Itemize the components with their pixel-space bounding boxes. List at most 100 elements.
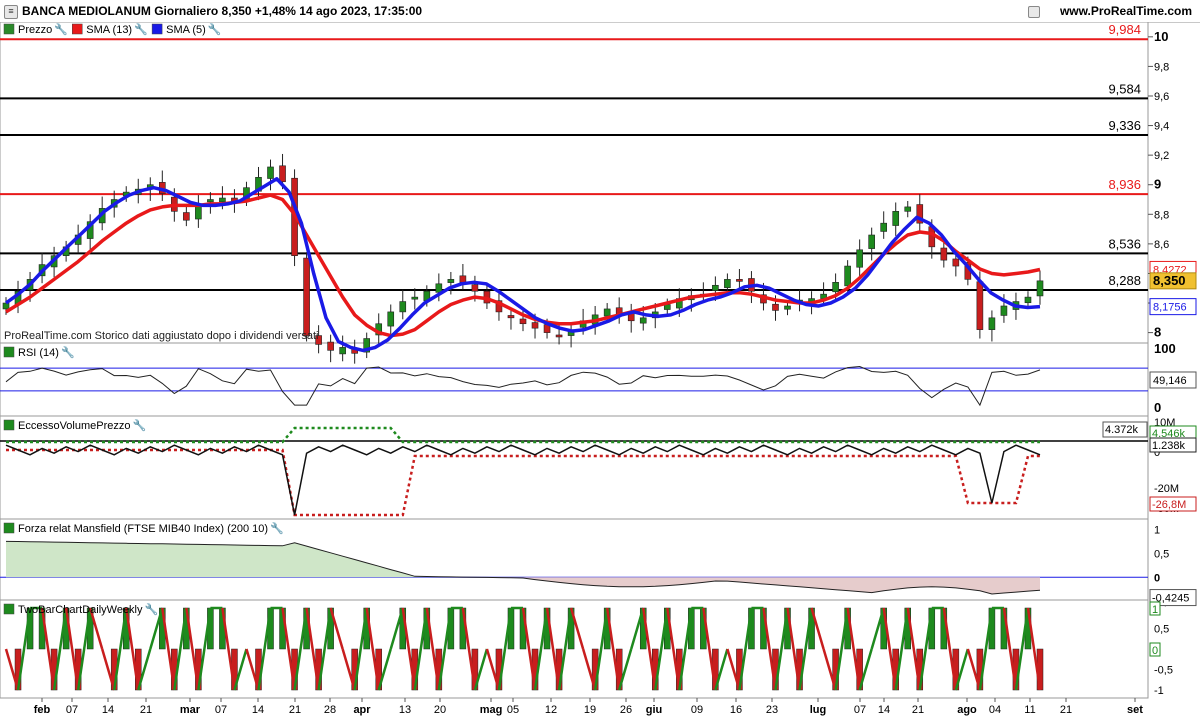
site-link[interactable]: www.ProRealTime.com [1060, 4, 1192, 18]
candle-body [736, 279, 743, 282]
x-tick-label: 20 [434, 704, 446, 716]
twobar-tick-label: 0,5 [1154, 624, 1169, 636]
rsi-tick-label: 100 [1154, 341, 1176, 356]
chart-title: BANCA MEDIOLANUM Giornaliero 8,350 +1,48… [22, 4, 423, 18]
legend-sma13-text: SMA (13) [86, 24, 132, 36]
legend-sma5-text: SMA (5) [166, 24, 206, 36]
x-tick-label: lug [810, 704, 827, 716]
candle-body [399, 301, 407, 313]
candle-body [772, 303, 779, 311]
level-label-3: 8,936 [1108, 177, 1141, 192]
x-axis: feb 07 14 21 mar 07 14 21 28 apr 13 20 mag 05 12 19 26 gi… [34, 698, 1143, 716]
candle-body [303, 257, 310, 336]
candle-body [267, 166, 274, 179]
candle-body [844, 265, 851, 287]
price-tick-label: 10 [1154, 29, 1168, 44]
x-tick-label: 19 [584, 704, 596, 716]
chart-header: ≡ BANCA MEDIOLANUM Giornaliero 8,350 +1,… [0, 0, 1200, 23]
candle-body [952, 258, 960, 267]
x-tick-label: 14 [878, 704, 890, 716]
candle-body [1024, 296, 1032, 304]
x-tick-label: 21 [140, 704, 152, 716]
candle-body [531, 322, 539, 329]
wrench-icon: 🔧 [61, 345, 75, 359]
candle-body [639, 317, 647, 324]
x-tick-label: set [1127, 704, 1143, 716]
toolbar-mini-button[interactable] [1028, 6, 1040, 18]
x-tick-label: giu [646, 704, 663, 716]
price-tick-label: 8,6 [1154, 239, 1169, 251]
wrench-icon: 🔧 [54, 22, 68, 36]
panel-frame-vol [0, 415, 1149, 520]
rsi-badge-label: 49,146 [1153, 375, 1187, 387]
menu-icon[interactable]: ≡ [4, 5, 18, 19]
candle-body [940, 247, 948, 261]
x-tick-label: 14 [102, 704, 114, 716]
candle-body [327, 341, 334, 351]
price-tick-label: 9,6 [1154, 91, 1169, 103]
candle-body [519, 318, 527, 325]
level-label-4: 8,536 [1108, 236, 1141, 251]
wrench-icon: 🔧 [134, 22, 148, 36]
x-tick-label: 07 [66, 704, 78, 716]
candle-body [1000, 305, 1008, 316]
x-tick-label: apr [353, 704, 371, 716]
legend-mansfield-swatch [3, 522, 15, 534]
candle-body [447, 279, 455, 283]
mansfield-tick-label: 0,5 [1154, 548, 1169, 560]
x-tick-label: feb [34, 704, 51, 716]
wrench-icon: 🔧 [270, 521, 284, 535]
panel-frame-price [0, 22, 1149, 344]
x-tick-label: 21 [912, 704, 924, 716]
x-tick-label: mar [180, 704, 201, 716]
legend-rsi-text: RSI (14) [18, 347, 59, 359]
level-label-1: 9,584 [1108, 81, 1141, 96]
legend-volume-swatch [3, 419, 15, 431]
wrench-icon: 🔧 [208, 22, 222, 36]
legend-twobar-swatch [3, 603, 15, 615]
price-tick-label: 8 [1154, 325, 1161, 340]
badge-label-sma5: 8,1756 [1153, 302, 1187, 314]
x-tick-label: 21 [289, 704, 301, 716]
legend-prezzo-swatch [3, 23, 15, 35]
candle-body [2, 302, 10, 310]
twobar-badge-label: 0 [1152, 645, 1158, 657]
chart-area: 9,9849,5849,3368,9368,5368,288109,89,69,… [0, 22, 1197, 716]
twobar-tick-label: -0,5 [1154, 665, 1173, 677]
candle-body [1036, 280, 1044, 297]
candle-body [387, 311, 395, 327]
rsi-tick-label: 0 [1154, 400, 1161, 415]
x-tick-label: ago [957, 704, 977, 716]
wrench-icon: 🔧 [145, 602, 159, 616]
panel-frame-rsi [0, 342, 1149, 417]
candle-body [868, 234, 875, 249]
legend-volume-text: EccessoVolumePrezzo [18, 420, 131, 432]
price-tick-label: 9,2 [1154, 150, 1169, 162]
candle-body [712, 284, 719, 291]
volume-badge-label: 4.372k [1105, 424, 1139, 436]
volume-tick-label: -20M [1154, 483, 1179, 495]
x-tick-label: 13 [399, 704, 411, 716]
twobar-badge-label: 1 [1152, 604, 1158, 616]
legend-rsi-swatch [3, 346, 15, 358]
x-tick-label: 14 [252, 704, 264, 716]
candle-body [892, 211, 900, 226]
candle-body [555, 334, 563, 338]
candle-body [988, 317, 996, 330]
price-tick-label: 9,8 [1154, 61, 1169, 73]
candle-body [724, 279, 731, 288]
candle-body [976, 281, 984, 330]
badge-label-price: 8,350 [1153, 273, 1186, 288]
price-tick-label: 9,4 [1154, 121, 1169, 133]
x-tick-label: mag [480, 704, 503, 716]
candle-body [279, 165, 286, 183]
x-tick-label: 12 [545, 704, 557, 716]
candle-body [459, 275, 467, 283]
legend-twobar-text: TwoBarChartDailyWeekly [18, 604, 143, 616]
volume-badge-label: 1.238k [1152, 440, 1186, 452]
candle-body [339, 347, 346, 355]
price-tick-label: 8,8 [1154, 209, 1169, 221]
legend-sma13-swatch [72, 23, 83, 35]
twobar-tick-label: -1 [1154, 685, 1164, 697]
x-tick-label: 05 [507, 704, 519, 716]
